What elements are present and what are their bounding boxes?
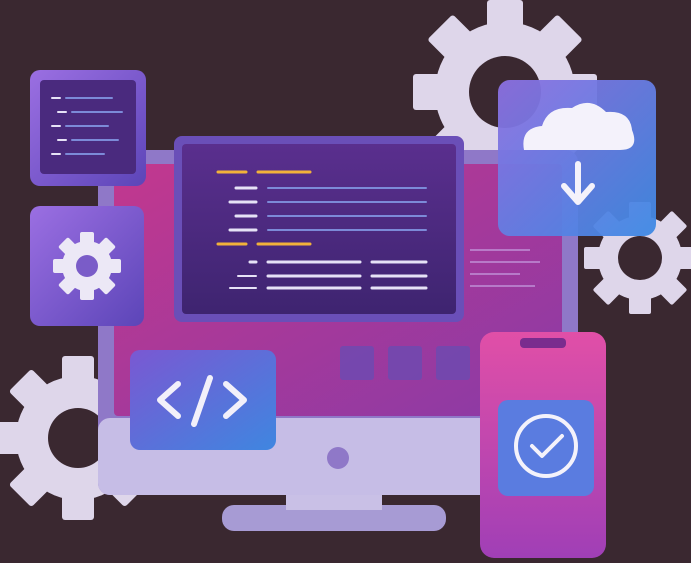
monitor-power-dot [327,447,349,469]
gear-icon [53,232,121,300]
code-brackets-tile [130,350,276,450]
settings-tile [30,206,144,326]
code-editor-panel [174,136,464,322]
app-development-illustration [0,0,691,558]
screen-squares [340,346,470,380]
cloud-download-tile [498,80,656,236]
document-lines-icon [30,70,146,186]
smartphone [480,332,606,558]
